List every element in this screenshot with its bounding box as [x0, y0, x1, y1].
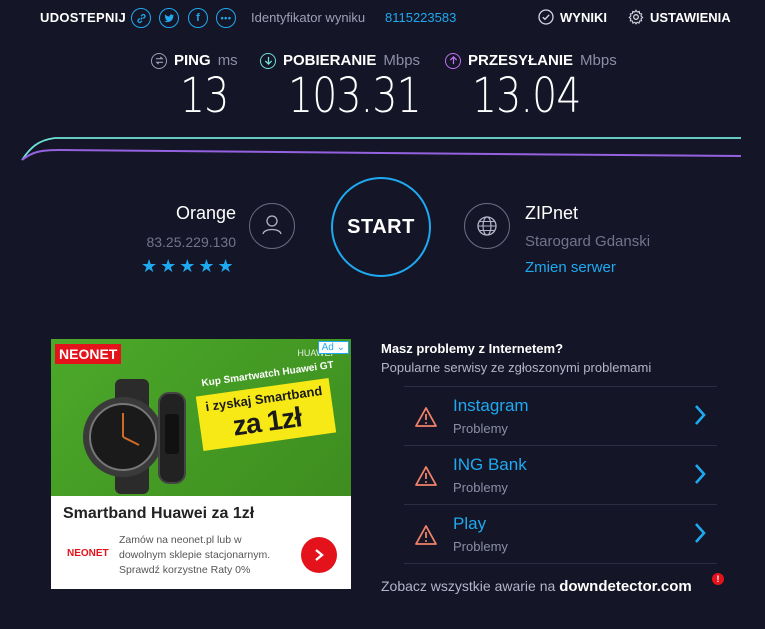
download-icon: [260, 52, 276, 69]
ad-arrow-button[interactable]: [301, 537, 337, 573]
outage-status: Problemy: [453, 539, 508, 554]
downdetector-link[interactable]: downdetector.com: [559, 578, 692, 595]
gear-icon: [628, 9, 644, 25]
ad-choices-badge[interactable]: Ad ⌄: [317, 341, 349, 354]
check-circle-icon: [538, 9, 554, 25]
share-label: UDOSTEPNIJ: [40, 10, 127, 25]
outage-status: Problemy: [453, 480, 508, 495]
ping-value: 13: [180, 68, 229, 124]
change-server-link[interactable]: Zmien serwer: [525, 259, 616, 276]
ping-label: PING: [174, 52, 211, 69]
ad-promo-box: i zyskaj Smartband za 1zł: [195, 377, 337, 452]
download-graph-line: [21, 135, 742, 161]
start-button-label: START: [347, 215, 415, 238]
chevron-right-icon: [695, 464, 706, 484]
ad-title[interactable]: Smartband Huawei za 1zł: [63, 505, 254, 523]
warning-icon: [415, 466, 437, 486]
upload-icon: [445, 52, 461, 69]
upload-graph-line: [21, 148, 742, 161]
chevron-right-icon: [695, 405, 706, 425]
alert-badge-icon: !: [712, 573, 724, 585]
ad-badge-label: Ad: [321, 342, 334, 353]
outage-item[interactable]: Instagram Problemy: [404, 386, 717, 445]
nav-settings[interactable]: USTAWIENIA: [628, 9, 731, 25]
outage-item[interactable]: ING Bank Problemy: [404, 445, 717, 504]
ad-logo: NEONET: [55, 344, 122, 364]
upload-header: PRZESYŁANIE Mbps: [445, 52, 617, 69]
user-icon: [249, 203, 295, 249]
warning-icon: [415, 525, 437, 545]
chevron-right-icon: [315, 549, 324, 561]
ping-header: PING ms: [151, 52, 238, 69]
download-unit: Mbps: [383, 52, 421, 69]
chevron-right-icon: [695, 523, 706, 543]
start-button[interactable]: START: [331, 177, 431, 277]
outages-subtitle: Popularne serwisy ze zgłoszonymi problem…: [381, 360, 652, 375]
outages-footer-text: Zobacz wszystkie awarie na: [381, 578, 556, 594]
advertisement[interactable]: NEONET HUAWEI Kup Smartwatch Huawei GT i…: [51, 339, 351, 589]
outage-service-name: Play: [453, 514, 487, 533]
ping-icon: [151, 52, 167, 69]
smartwatch-image: [83, 379, 186, 494]
outage-item[interactable]: Play Problemy: [404, 504, 717, 564]
facebook-icon[interactable]: f: [188, 8, 208, 28]
ad-banner-image[interactable]: NEONET HUAWEI Kup Smartwatch Huawei GT i…: [51, 339, 351, 496]
server-location: Starogard Gdanski: [525, 233, 651, 250]
isp-name: Orange: [175, 203, 236, 223]
outage-status: Problemy: [453, 421, 508, 436]
warning-icon: [415, 407, 437, 427]
isp-rating-stars[interactable]: ★★★★★: [141, 256, 237, 277]
upload-unit: Mbps: [580, 52, 617, 69]
globe-icon: [464, 203, 510, 249]
more-icon[interactable]: •••: [216, 8, 236, 28]
outages-footer[interactable]: Zobacz wszystkie awarie na downdetector.…: [381, 578, 692, 595]
result-id-label: Identyfikator wyniku: [251, 10, 366, 25]
nav-results-label: WYNIKI: [560, 9, 607, 25]
ad-description: Zamów na neonet.pl lub w dowolnym sklepi…: [119, 534, 271, 576]
download-header: POBIERANIE Mbps: [260, 52, 420, 69]
server-name: ZIPnet: [525, 203, 579, 223]
nav-settings-label: USTAWIENIA: [650, 9, 731, 25]
ad-logo-small: NEONET: [67, 548, 109, 559]
nav-results[interactable]: WYNIKI: [538, 9, 607, 25]
isp-ip: 83.25.229.130: [146, 234, 236, 250]
upload-value: 13.04: [472, 68, 581, 124]
link-icon[interactable]: [131, 8, 151, 28]
result-id-link[interactable]: 8115223583: [385, 10, 456, 25]
twitter-icon[interactable]: [159, 8, 179, 28]
ping-unit: ms: [217, 52, 238, 69]
download-value: 103.31: [288, 68, 422, 124]
outage-service-name: ING Bank: [453, 455, 527, 474]
upload-label: PRZESYŁANIE: [468, 52, 574, 69]
outages-title: Masz problemy z Internetem?: [381, 341, 564, 356]
download-label: POBIERANIE: [283, 52, 377, 69]
speed-graph: [21, 135, 742, 161]
outage-service-name: Instagram: [453, 396, 529, 415]
